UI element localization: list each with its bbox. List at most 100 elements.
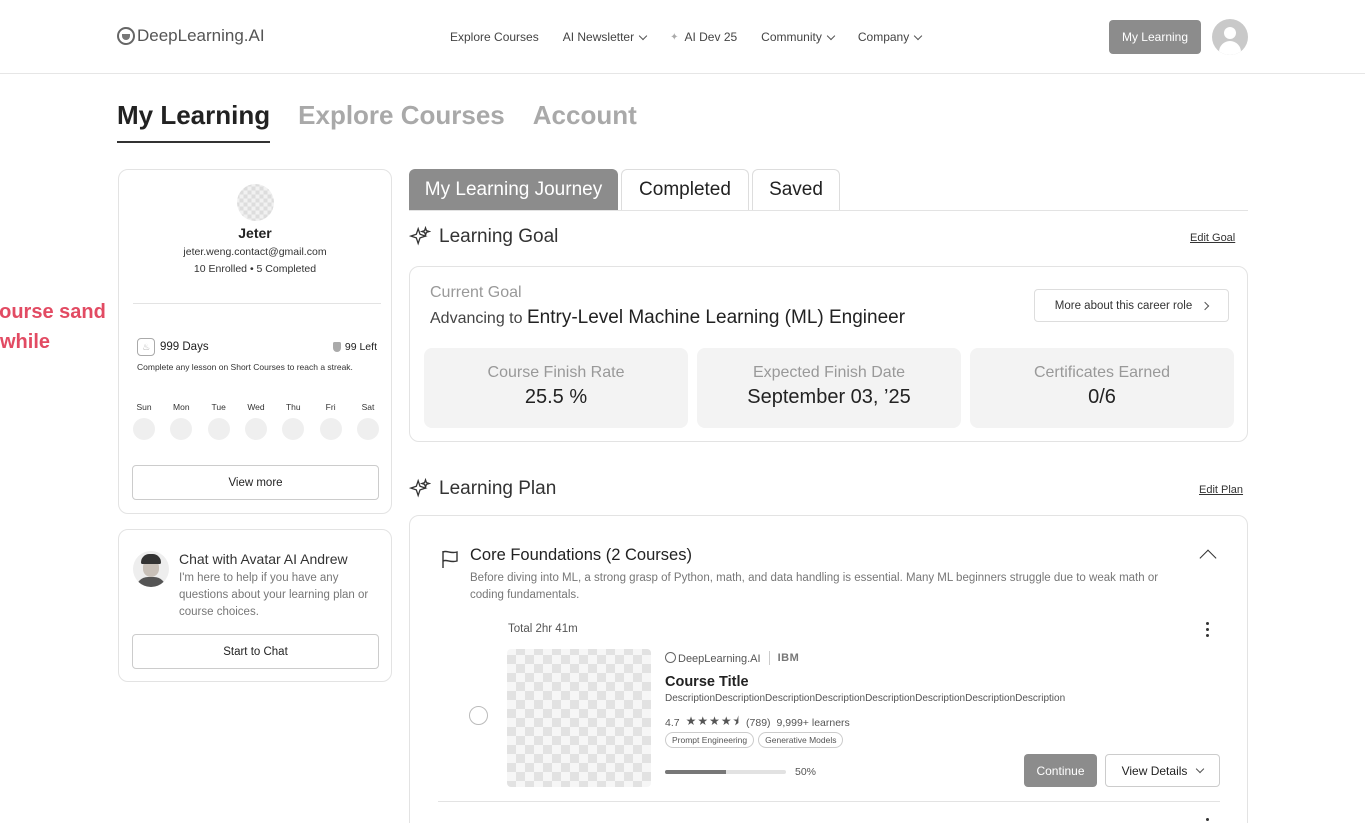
more-options-icon[interactable]	[1206, 818, 1209, 823]
more-options-icon[interactable]	[1206, 622, 1209, 637]
view-details-button[interactable]: View Details	[1105, 754, 1220, 787]
nav-company[interactable]: Company	[858, 28, 923, 46]
course-providers: DeepLearning.AI IBM	[665, 651, 799, 665]
streak-left: 99 Left	[344, 341, 377, 353]
provider-ibm: IBM	[777, 652, 800, 664]
chevron-down-icon	[638, 31, 648, 40]
progress-fill	[665, 770, 726, 774]
nav-explore-courses[interactable]: Explore Courses	[450, 28, 539, 46]
logo-icon	[665, 651, 676, 663]
day-dot	[207, 418, 230, 440]
nav-community[interactable]: Community	[761, 28, 836, 46]
goal-line: Advancing to Entry-Level Machine Learnin…	[430, 307, 906, 328]
tag-prompt-engineering[interactable]: Prompt Engineering	[665, 732, 755, 748]
deeplearning-logo[interactable]: DeepLearning.AI	[117, 26, 265, 46]
course-complete-radio[interactable]	[469, 706, 488, 725]
streak-row: ♨ 999 Days 99 Left	[137, 338, 377, 356]
view-more-button[interactable]: View more	[132, 465, 379, 500]
course-tags: Prompt Engineering Generative Models	[665, 732, 844, 748]
career-role-button[interactable]: More about this career role	[1034, 289, 1229, 322]
sparkle-icon: ✦	[670, 31, 679, 43]
day-dot	[170, 418, 193, 440]
day-dot	[282, 418, 305, 440]
chevron-right-icon	[1200, 301, 1210, 310]
stat-finish-rate: Course Finish Rate 25.5 %	[424, 348, 688, 428]
tab-my-learning-journey[interactable]: My Learning Journey	[409, 169, 618, 210]
goal-role: Entry-Level Machine Learning (ML) Engine…	[526, 307, 906, 328]
tab-account[interactable]: Account	[533, 100, 637, 143]
provider-deeplearning: DeepLearning.AI	[665, 651, 761, 665]
plan-group-description: Before diving into ML, a strong grasp of…	[470, 572, 1159, 601]
chevron-down-icon	[1196, 764, 1205, 774]
chat-card: Chat with Avatar AI Andrew I'm here to h…	[118, 529, 392, 682]
plan-card: Core Foundations (2 Courses) Before divi…	[409, 515, 1248, 823]
day-sun: Sun	[132, 402, 156, 440]
andrew-avatar	[133, 551, 169, 587]
avatar-head	[1224, 27, 1236, 39]
main-nav: Explore Courses AI Newsletter ✦ AI Dev 25…	[450, 28, 923, 46]
profile-stats: 10 Enrolled • 5 Completed	[193, 263, 317, 275]
day-dot	[319, 418, 342, 440]
course-title[interactable]: Course Title	[665, 674, 749, 690]
weekday-tracker: Sun Mon Tue Wed Thu Fri Sat	[132, 402, 380, 440]
profile-name: Jeter	[238, 225, 272, 241]
goal-card: Current Goal Advancing to Entry-Level Ma…	[409, 266, 1248, 442]
my-learning-button[interactable]: My Learning	[1109, 20, 1201, 54]
flag-icon	[442, 550, 458, 568]
profile-email: jeter.weng.contact@gmail.com	[183, 246, 327, 258]
chevron-down-icon	[826, 31, 836, 40]
edit-goal-link[interactable]: Edit Goal	[1190, 232, 1235, 244]
journey-tabs: My Learning Journey Completed Saved	[409, 169, 1248, 211]
chevron-down-icon	[913, 31, 923, 40]
overlay-text-line1: course sand	[0, 301, 106, 323]
streak-days: 999 Days	[160, 341, 209, 353]
shield-icon	[332, 342, 341, 352]
day-dot	[244, 418, 267, 440]
chat-description: I'm here to help if you have any questio…	[179, 572, 369, 618]
learning-goal-heading: Learning Goal	[409, 226, 558, 248]
flame-icon: ♨	[137, 338, 155, 356]
course-thumbnail[interactable]	[507, 649, 651, 787]
start-chat-button[interactable]: Start to Chat	[132, 634, 379, 669]
edit-plan-link[interactable]: Edit Plan	[1199, 484, 1243, 496]
learning-plan-heading: Learning Plan	[409, 478, 556, 500]
day-mon: Mon	[169, 402, 193, 440]
course-description: DescriptionDescriptionDescriptionDescrip…	[665, 693, 1066, 704]
current-goal-label: Current Goal	[430, 284, 522, 301]
nav-ai-dev-25[interactable]: ✦ AI Dev 25	[670, 28, 737, 46]
day-thu: Thu	[281, 402, 305, 440]
sparkle-icon	[409, 226, 431, 246]
day-fri: Fri	[319, 402, 343, 440]
chevron-up-icon[interactable]	[1199, 549, 1217, 567]
tab-my-learning[interactable]: My Learning	[117, 100, 271, 143]
logo-icon	[117, 27, 135, 45]
continue-button[interactable]: Continue	[1024, 754, 1097, 787]
tag-generative-models[interactable]: Generative Models	[758, 732, 844, 748]
progress-bar	[665, 770, 786, 774]
streak-note: Complete any lesson on Short Courses to …	[137, 362, 353, 372]
tab-completed[interactable]: Completed	[621, 169, 749, 210]
logo-text: DeepLearning.AI	[137, 26, 265, 45]
stat-certificates: Certificates Earned 0/6	[970, 348, 1234, 428]
tab-saved[interactable]: Saved	[752, 169, 840, 210]
star-icons: ★★★★⯨	[685, 714, 741, 728]
avatar-body	[1219, 41, 1241, 55]
sparkle-icon	[409, 478, 431, 498]
course-rating: 4.7 ★★★★⯨ (789) 9,999+ learners	[665, 712, 850, 733]
user-avatar[interactable]	[1212, 19, 1248, 55]
chat-title: Chat with Avatar AI Andrew	[179, 551, 348, 567]
plan-group-title: Core Foundations (2 Courses)	[470, 546, 692, 564]
progress-label: 50%	[795, 766, 817, 778]
total-time: Total 2hr 41m	[508, 623, 578, 635]
day-sat: Sat	[356, 402, 380, 440]
divider	[133, 303, 381, 304]
stat-expected-finish: Expected Finish Date September 03, ’25	[697, 348, 961, 428]
overlay-text-line2: while	[0, 331, 51, 353]
tab-explore-courses[interactable]: Explore Courses	[298, 100, 505, 143]
day-dot	[356, 418, 379, 440]
day-tue: Tue	[207, 402, 231, 440]
nav-ai-newsletter[interactable]: AI Newsletter	[563, 28, 648, 46]
day-wed: Wed	[244, 402, 268, 440]
top-navbar: DeepLearning.AI Explore Courses AI Newsl…	[0, 0, 1365, 74]
day-dot	[133, 418, 155, 440]
